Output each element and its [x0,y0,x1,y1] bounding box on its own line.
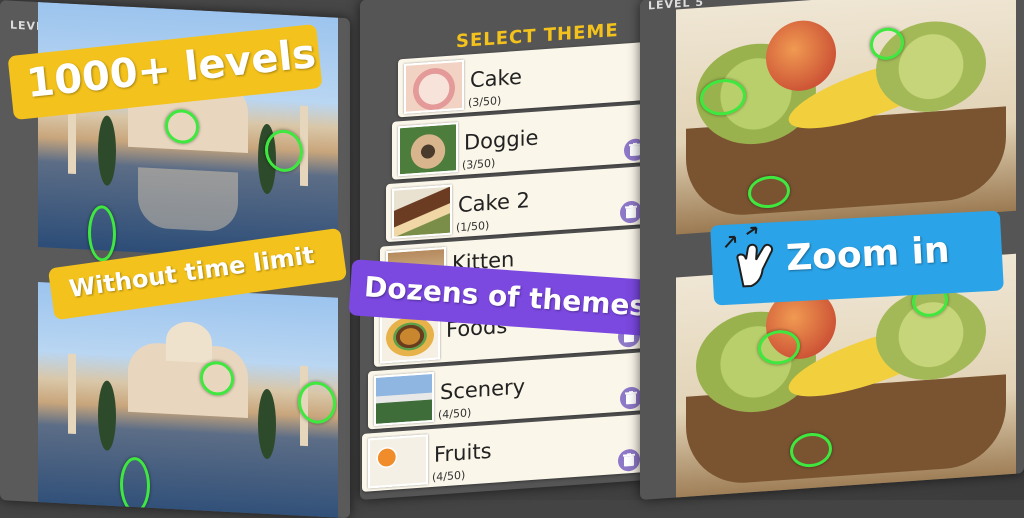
theme-name: Scenery [440,374,526,405]
castle-thumbnail [374,371,434,427]
theme-progress: (4/50) [432,468,466,484]
zoom-banner-text: Zoom in [785,229,951,280]
fruit-slices-thumbnail [368,434,428,489]
theme-name: Doggie [464,125,539,155]
bottom-puzzle-image[interactable] [38,281,338,518]
top-puzzle-image[interactable] [676,0,1016,235]
cake-slice-thumbnail [392,184,452,239]
theme-name: Cake [470,64,522,93]
theme-progress: (1/50) [456,218,490,235]
delete-icon[interactable] [620,200,642,224]
theme-progress: (3/50) [468,94,502,110]
theme-progress: (4/50) [438,406,472,422]
pug-thumbnail [398,122,458,177]
theme-name: Fruits [434,438,492,467]
cake-thumbnail [404,59,464,114]
delete-icon[interactable] [620,386,642,410]
theme-select-screen: SELECT THEME Cake (3/50) Doggie (3/50) C… [360,0,652,501]
difference-marker [88,204,116,263]
difference-marker [120,456,150,514]
theme-name: Cake 2 [458,188,530,218]
theme-progress: (3/50) [462,156,496,172]
pinch-zoom-icon [718,224,781,291]
delete-icon[interactable] [618,448,640,472]
